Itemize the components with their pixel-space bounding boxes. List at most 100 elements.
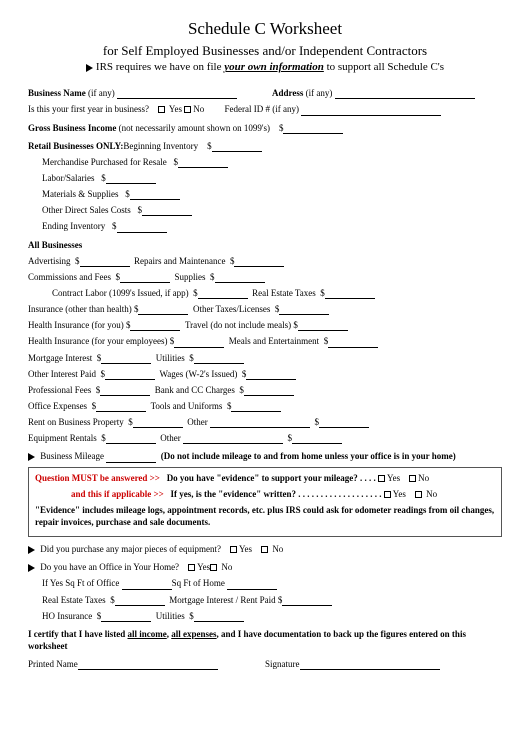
input-other-direct[interactable]: [142, 207, 192, 216]
lbl-if-any1: (if any): [86, 88, 115, 98]
lbl-bank-cc: Bank and CC Charges: [155, 385, 235, 395]
input-tools[interactable]: [231, 403, 281, 412]
input-other2-desc[interactable]: [183, 435, 283, 444]
section-retail: Retail Businesses ONLY:Beginning Invento…: [28, 140, 502, 152]
input-office-exp[interactable]: [96, 403, 146, 412]
cb-written-no[interactable]: [415, 491, 422, 498]
lbl-ending-inv: Ending Inventory: [42, 221, 105, 231]
input-advertising[interactable]: [80, 258, 130, 267]
irs-pre: IRS requires we have on file: [96, 61, 224, 73]
hdr-all-businesses: All Businesses: [28, 239, 502, 251]
lbl-q-written: If yes, is the "evidence" written? . . .…: [171, 489, 382, 499]
input-business-name[interactable]: [117, 90, 237, 99]
input-beginning-inv[interactable]: [212, 143, 262, 152]
lbl-sqft-home: Sq Ft of Home: [172, 578, 225, 588]
input-utilities2[interactable]: [194, 613, 244, 622]
doc-subtitle: for Self Employed Businesses and/or Inde…: [28, 42, 502, 60]
input-address[interactable]: [335, 90, 475, 99]
input-rent-biz[interactable]: [133, 419, 183, 428]
cb-office-yes[interactable]: [188, 564, 195, 571]
input-commissions[interactable]: [120, 274, 170, 283]
input-sqft-office[interactable]: [122, 581, 172, 590]
input-ins-other[interactable]: [138, 306, 188, 315]
input-mileage[interactable]: [106, 454, 156, 463]
input-utilities[interactable]: [194, 355, 244, 364]
lbl-materials: Materials & Supplies: [42, 189, 119, 199]
irs-note: IRS requires we have on file your own in…: [28, 60, 502, 75]
row-first-year: Is this your first year in business? Yes…: [28, 103, 502, 115]
input-materials[interactable]: [130, 191, 180, 200]
lbl-other-taxes: Other Taxes/Licenses: [193, 304, 270, 314]
lbl-utilities2: Utilities: [156, 611, 185, 621]
lbl-advertising: Advertising: [28, 256, 71, 266]
lbl-equip-rent: Equipment Rentals: [28, 433, 97, 443]
input-travel[interactable]: [298, 322, 348, 331]
cert-income: all income: [127, 629, 166, 639]
input-other1-desc[interactable]: [210, 419, 310, 428]
input-labor[interactable]: [106, 175, 156, 184]
cb-evidence-yes[interactable]: [378, 475, 385, 482]
input-federal-id[interactable]: [301, 107, 441, 116]
irs-post: to support all Schedule C's: [324, 61, 444, 73]
cb-equip-yes[interactable]: [230, 546, 237, 553]
input-printed-name[interactable]: [78, 661, 218, 670]
checkbox-first-year-no[interactable]: [184, 106, 191, 113]
input-equip-rent[interactable]: [106, 435, 156, 444]
tri-mileage-icon: [28, 453, 35, 461]
input-meals[interactable]: [328, 339, 378, 348]
checkbox-first-year-yes[interactable]: [158, 106, 165, 113]
input-re-taxes[interactable]: [325, 290, 375, 299]
lbl-contract-labor: Contract Labor (1099's Issued, if app): [52, 288, 189, 298]
input-repairs[interactable]: [234, 258, 284, 267]
lbl-federal-id: Federal ID # (if any): [225, 104, 299, 114]
input-hi-emp[interactable]: [174, 339, 224, 348]
lbl-yes5: Yes: [197, 562, 210, 572]
input-wages[interactable]: [246, 371, 296, 380]
row-name-address: Business Name (if any) Address (if any): [28, 87, 502, 99]
input-signature[interactable]: [300, 661, 440, 670]
input-contract-labor[interactable]: [198, 290, 248, 299]
lbl-gross-income: Gross Business Income: [28, 123, 116, 133]
lbl-re-taxes: Real Estate Taxes: [252, 288, 316, 298]
cb-equip-no[interactable]: [261, 546, 268, 553]
lbl-sqft-office: If Yes Sq Ft of Office: [42, 578, 119, 588]
input-re-taxes2[interactable]: [115, 597, 165, 606]
input-ho-ins[interactable]: [101, 613, 151, 622]
lbl-labor: Labor/Salaries: [42, 173, 94, 183]
lbl-supplies: Supplies: [175, 272, 206, 282]
lbl-no5: No: [221, 562, 232, 572]
input-ending-inv[interactable]: [117, 224, 167, 233]
lbl-if-any2: (if any): [303, 88, 332, 98]
lbl-hi-you: Health Insurance (for you): [28, 320, 124, 330]
doc-title: Schedule C Worksheet: [28, 18, 502, 41]
input-supplies[interactable]: [215, 274, 265, 283]
input-other2-amt[interactable]: [292, 435, 342, 444]
lbl-signature: Signature: [265, 659, 300, 669]
lbl-no2: No: [418, 473, 429, 483]
cert-pre: I certify that I have listed: [28, 629, 127, 639]
input-other-int[interactable]: [105, 371, 155, 380]
certify: I certify that I have listed all income,…: [28, 628, 502, 652]
input-hi-you[interactable]: [130, 322, 180, 331]
cb-office-no[interactable]: [210, 564, 217, 571]
cb-evidence-no[interactable]: [409, 475, 416, 482]
input-other1-amt[interactable]: [319, 419, 369, 428]
input-bank-cc[interactable]: [244, 387, 294, 396]
input-mort-int[interactable]: [101, 355, 151, 364]
lbl-evidence-note: "Evidence" includes mileage logs, appoin…: [35, 504, 495, 528]
lbl-and-if: and this if applicable >>: [71, 489, 164, 499]
cb-written-yes[interactable]: [384, 491, 391, 498]
lbl-yes3: Yes: [393, 489, 406, 499]
lbl-rent-biz: Rent on Business Property: [28, 417, 124, 427]
lbl-yes2: Yes: [387, 473, 400, 483]
input-merch[interactable]: [178, 159, 228, 168]
input-sqft-home[interactable]: [227, 581, 277, 590]
lbl-utilities: Utilities: [156, 353, 185, 363]
lbl-address: Address: [272, 88, 303, 98]
lbl-meals: Meals and Entertainment: [229, 336, 319, 346]
input-prof-fees[interactable]: [100, 387, 150, 396]
irs-emph: your own information: [224, 61, 324, 73]
input-gross-income[interactable]: [283, 125, 343, 134]
input-mort-rent[interactable]: [282, 597, 332, 606]
input-other-taxes[interactable]: [279, 306, 329, 315]
